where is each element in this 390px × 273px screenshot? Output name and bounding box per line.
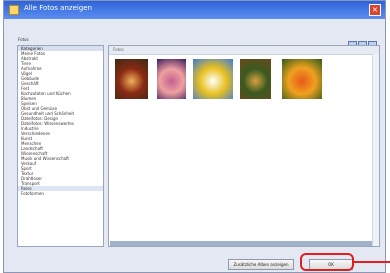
photo-panel-title: Fotos [113,47,124,52]
category-item[interactable]: Fotoformen [18,191,103,196]
sunset-photo[interactable] [157,59,186,99]
lion-photo[interactable] [240,59,271,99]
category-list[interactable]: Kategorien Meine Fotos Abstrakt Tiere Aufnah… [17,45,104,247]
window-title: Alle Fotos anzeigen [24,4,93,12]
filter-label: Fotos [18,37,29,42]
vegetables-photo[interactable] [282,59,322,99]
show-more-albums-button[interactable]: Zusätzliche Alben anzeigen [228,259,294,270]
photo-panel-header: Fotos [109,46,379,55]
papaya-photo[interactable] [115,59,148,99]
ok-button-highlight [300,253,354,271]
photo-dialog: Alle Fotos anzeigen × Fotos Kategorien Me… [3,0,386,273]
photo-panel: Fotos [108,45,380,247]
callout-line [353,261,390,263]
title-bar: Alle Fotos anzeigen × [4,1,385,19]
photo-row-strip [110,241,372,246]
folder-icon [9,5,19,15]
vertical-scrollbar[interactable] [372,54,379,246]
close-button[interactable]: × [369,4,381,16]
flowers-photo[interactable] [193,59,233,99]
